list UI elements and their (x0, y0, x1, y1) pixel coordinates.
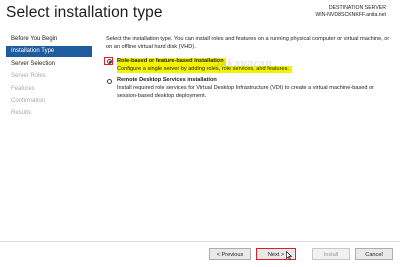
sidebar-item-features: Features (11, 85, 35, 92)
previous-button[interactable]: < Previous (209, 248, 251, 260)
option-role-based[interactable]: Role-based or feature-based installation… (104, 57, 394, 74)
sidebar-item-server-roles: Server Roles (11, 73, 46, 80)
option-desc-role-based: Configure a single server by adding role… (117, 65, 292, 74)
sidebar-item-before-you-begin[interactable]: Before You Begin (6, 34, 92, 45)
destination-server: DESTINATION SERVER WIN-NVD8SCKNKFF.anita… (315, 5, 386, 19)
option-title-role-based: Role-based or feature-based installation (117, 58, 226, 66)
destination-label: DESTINATION SERVER (328, 5, 386, 11)
destination-server-name: WIN-NVD8SCKNKFF.anita.net (315, 12, 386, 18)
sidebar-item-server-selection[interactable]: Server Selection (6, 59, 92, 70)
radio-remote-desktop[interactable] (107, 78, 112, 84)
sidebar-item-confirmation: Confirmation (11, 97, 46, 104)
sidebar-item-results: Results (11, 110, 32, 117)
main-content: Select the installation type. You can in… (104, 36, 394, 100)
intro-text: Select the installation type. You can in… (106, 36, 390, 50)
option-remote-desktop[interactable]: Remote Desktop Services installation Ins… (106, 77, 394, 100)
cancel-button[interactable]: Cancel (355, 248, 393, 260)
option-title-remote-desktop: Remote Desktop Services installation (117, 77, 217, 84)
option-desc-remote-desktop: Install required role services for Virtu… (117, 84, 375, 99)
sidebar-item-installation-type[interactable]: Installation Type (6, 46, 92, 58)
radio-highlight-box (104, 57, 113, 66)
page-title: Select installation type (6, 4, 163, 21)
install-button: Install (312, 248, 350, 260)
mouse-cursor-icon (286, 251, 292, 260)
sidebar-nav: Before You Begin Installation Type Serve… (6, 34, 92, 121)
footer-divider (0, 241, 400, 242)
